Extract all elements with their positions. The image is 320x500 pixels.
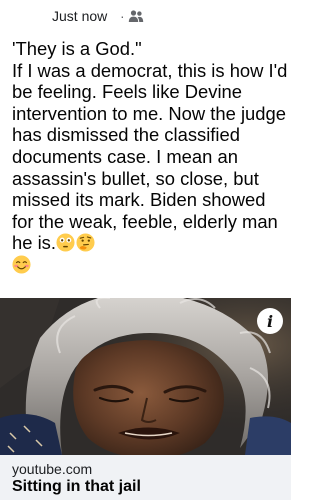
info-button[interactable]: i: [257, 308, 283, 334]
video-thumbnail[interactable]: i: [0, 298, 291, 455]
post-timestamp[interactable]: Just now: [52, 8, 107, 24]
link-title[interactable]: Sitting in that jail: [12, 478, 141, 496]
link-domain: youtube.com: [12, 461, 93, 477]
separator-dot: ·: [120, 8, 125, 24]
smiling-face-icon: [12, 255, 31, 274]
post-header: Just now ·: [0, 0, 291, 30]
link-preview[interactable]: youtube.com Sitting in that jail: [0, 455, 291, 500]
video-thumbnail-image: [0, 298, 291, 455]
post-text-line-1: 'They is a God.": [12, 38, 142, 59]
friends-icon[interactable]: [128, 9, 144, 23]
post-body-text: 'They is a God." If I was a democrat, th…: [12, 38, 288, 276]
thinking-face-icon: [76, 233, 95, 252]
post-text-line-2: If I was a democrat, this is how I'd be …: [12, 59, 293, 254]
flushed-face-icon: [56, 233, 75, 252]
